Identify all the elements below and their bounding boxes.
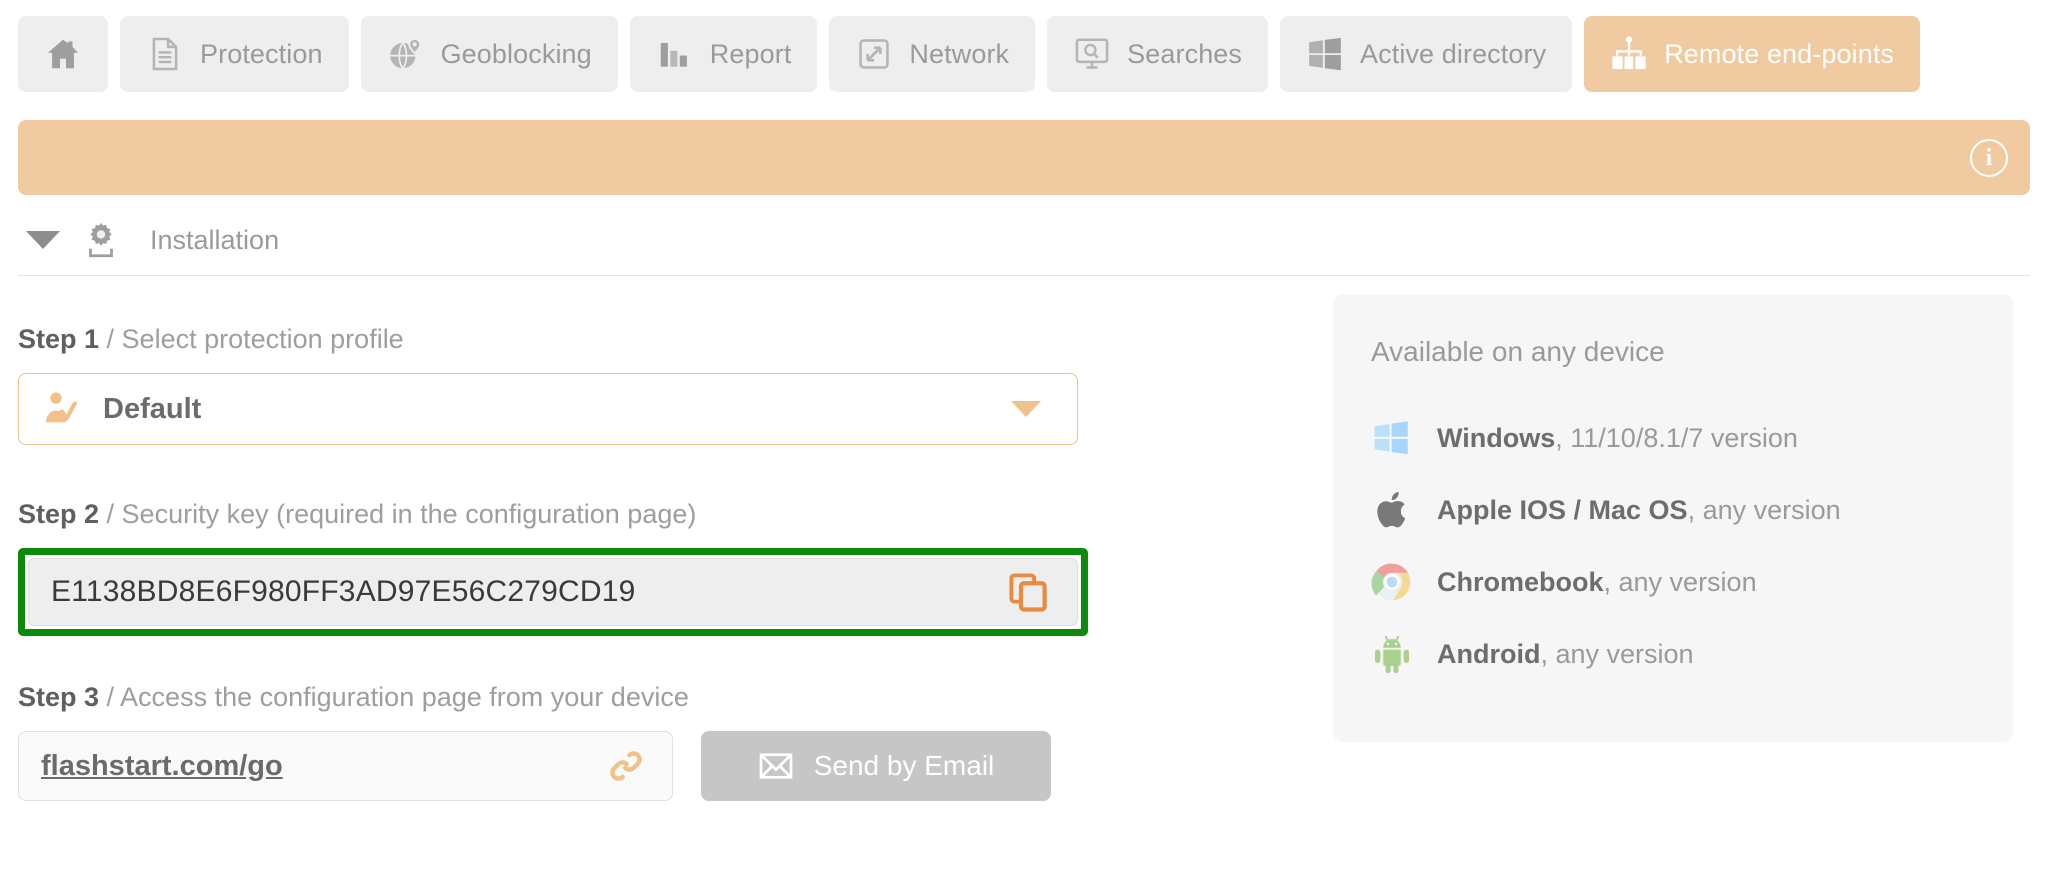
nav-tab-label: Geoblocking — [440, 38, 592, 69]
chevron-down-icon[interactable] — [1011, 401, 1041, 417]
main-navigation-bar: Protection Geoblocking Report Network Se… — [0, 0, 2048, 100]
device-list-item: Android, any version — [1371, 618, 1973, 690]
nav-tab-home[interactable] — [18, 16, 108, 92]
android-logo-icon — [1371, 633, 1413, 675]
step1-description: Select protection profile — [121, 324, 404, 354]
chrome-logo-icon — [1371, 561, 1413, 603]
nav-tab-label: Remote end-points — [1664, 38, 1895, 69]
step2-number: Step 2 — [18, 499, 100, 529]
step3-number: Step 3 — [18, 682, 100, 712]
device-detail: , any version — [1540, 638, 1694, 669]
device-name: Apple IOS / Mac OS — [1437, 494, 1688, 525]
step1-label: Step 1 / Select protection profile — [18, 324, 1333, 355]
nav-tab-network[interactable]: Network — [829, 16, 1036, 92]
nav-tab-label: Searches — [1127, 38, 1243, 69]
nav-tab-label: Network — [909, 38, 1010, 69]
device-label: Chromebook, any version — [1437, 567, 1757, 598]
nav-tab-label: Protection — [200, 38, 323, 69]
nav-tab-protection[interactable]: Protection — [120, 16, 349, 92]
security-key-value: E1138BD8E6F980FF3AD97E56C279CD19 — [51, 575, 636, 608]
device-list-item: Windows, 11/10/8.1/7 version — [1371, 402, 1973, 474]
available-devices-column: Available on any device Windows, 11/10/8… — [1333, 276, 2030, 801]
security-key-field[interactable]: E1138BD8E6F980FF3AD97E56C279CD19 — [28, 558, 1078, 626]
gear-install-icon — [80, 219, 122, 261]
installation-body: Step 1 / Select protection profile Defau… — [0, 276, 2048, 801]
globe-pin-icon — [387, 35, 425, 73]
nav-tab-label: Active directory — [1360, 38, 1547, 69]
step3-separator: / — [99, 682, 121, 712]
device-name: Chromebook — [1437, 566, 1604, 597]
nav-tab-remote-end-points[interactable]: Remote end-points — [1584, 16, 1921, 92]
device-label: Android, any version — [1437, 639, 1694, 670]
info-circle-icon[interactable]: i — [1970, 138, 2008, 177]
installation-steps-column: Step 1 / Select protection profile Defau… — [18, 276, 1333, 801]
apple-logo-icon — [1371, 489, 1413, 531]
bar-chart-icon — [656, 35, 694, 73]
device-label: Apple IOS / Mac OS, any version — [1437, 495, 1841, 526]
step1-number: Step 1 — [18, 324, 100, 354]
nav-tab-report[interactable]: Report — [629, 16, 818, 92]
section-title: Installation — [150, 224, 280, 255]
step3-description: Access the configuration page from your … — [120, 682, 689, 712]
nav-tab-geoblocking[interactable]: Geoblocking — [360, 16, 618, 92]
send-by-email-button[interactable]: Send by Email — [701, 731, 1051, 801]
device-label: Windows, 11/10/8.1/7 version — [1437, 423, 1798, 454]
device-list-item: Chromebook, any version — [1371, 546, 1973, 618]
document-icon — [146, 35, 184, 73]
chain-link-icon[interactable] — [606, 746, 646, 786]
step2-separator: / — [99, 499, 122, 529]
configuration-link-field[interactable]: flashstart.com/go — [18, 731, 673, 801]
triangle-down-icon[interactable] — [26, 231, 60, 249]
network-arrows-icon — [855, 35, 893, 73]
step2-label: Step 2 / Security key (required in the c… — [18, 499, 1333, 530]
device-name: Windows — [1437, 422, 1556, 453]
user-check-icon — [41, 389, 81, 429]
device-name: Android — [1437, 638, 1541, 669]
monitor-search-icon — [1073, 35, 1111, 73]
configuration-link-text[interactable]: flashstart.com/go — [41, 750, 283, 783]
device-detail: , any version — [1687, 494, 1841, 525]
windows-icon — [1306, 35, 1344, 73]
protection-profile-dropdown[interactable]: Default — [18, 373, 1078, 445]
available-devices-title: Available on any device — [1371, 336, 1665, 367]
copy-icon[interactable] — [1007, 571, 1049, 613]
profile-value: Default — [103, 392, 202, 425]
envelope-icon — [758, 748, 796, 784]
notification-banner: i — [18, 120, 2030, 195]
step3-actions-row: flashstart.com/go Send by Email — [18, 731, 1333, 801]
nav-tab-searches[interactable]: Searches — [1047, 16, 1269, 92]
step2-description: Security key (required in the configurat… — [121, 499, 697, 529]
home-icon — [44, 35, 82, 73]
step3-label: Step 3 / Access the configuration page f… — [18, 682, 1333, 713]
available-devices-panel: Available on any device Windows, 11/10/8… — [1333, 294, 2013, 742]
device-list-item: Apple IOS / Mac OS, any version — [1371, 474, 1973, 546]
windows-logo-icon — [1371, 417, 1413, 459]
nav-tab-label: Report — [709, 38, 792, 69]
step1-separator: / — [99, 324, 122, 354]
device-detail: , any version — [1603, 566, 1757, 597]
security-key-highlight: E1138BD8E6F980FF3AD97E56C279CD19 — [18, 548, 1088, 636]
installation-section-header: Installation — [18, 219, 2030, 276]
endpoints-icon — [1610, 35, 1648, 73]
device-detail: , 11/10/8.1/7 version — [1555, 422, 1798, 453]
nav-tab-active-directory[interactable]: Active directory — [1280, 16, 1573, 92]
send-by-email-label: Send by Email — [813, 750, 995, 781]
